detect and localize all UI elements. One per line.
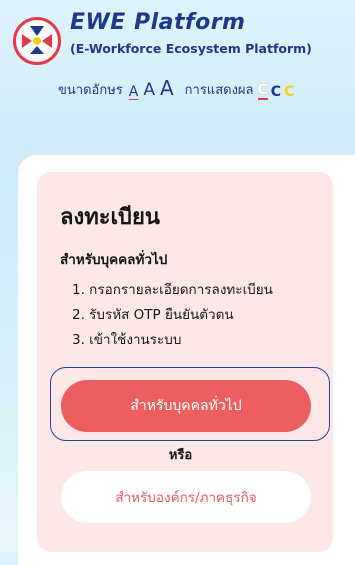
brand-subtitle: (E-Workforce Ecosystem Platform)	[70, 41, 312, 56]
display-mode-contrast-button[interactable]: C	[284, 84, 294, 100]
display-mode-label: การแสดงผล	[184, 83, 254, 98]
header: EWE Platform (E-Workforce Ecosystem Plat…	[0, 0, 355, 120]
step-item: 2. รับรหัส OTP ยืนยันตัวตน	[72, 307, 234, 323]
display-mode-default-button[interactable]: C	[257, 82, 268, 100]
or-label: หรือ	[168, 448, 193, 463]
register-individual-button[interactable]: สำหรับบุคคลทั่วไป	[61, 380, 311, 432]
font-size-label: ขนาดอักษร	[58, 83, 123, 98]
step-item: 1. กรอกรายละเอียดการลงทะเบียน	[72, 282, 273, 298]
register-subtitle: สำหรับบุคคลทั่วไป	[60, 252, 168, 268]
or-divider: หรือ	[0, 444, 355, 465]
brand-title: EWE Platform	[70, 10, 246, 35]
register-steps: 1. กรอกรายละเอียดการลงทะเบียน 2. รับรหัส…	[72, 278, 273, 353]
ewe-logo[interactable]	[13, 17, 61, 65]
font-size-medium-button[interactable]: A	[143, 80, 155, 100]
font-size-small-button[interactable]: A	[129, 84, 139, 100]
font-size-large-button[interactable]: A	[160, 76, 174, 100]
page-title: ลงทะเบียน	[60, 205, 160, 230]
accessibility-settings: ขนาดอักษร A A A การแสดงผล C C C	[58, 76, 297, 100]
register-organization-button[interactable]: สำหรับองค์กร/ภาคธุรกิจ	[61, 471, 311, 523]
display-mode-dark-button[interactable]: C	[271, 84, 281, 100]
step-item: 3. เข้าใช้งานระบบ	[72, 332, 182, 348]
ewe-logo-icon	[17, 21, 57, 61]
